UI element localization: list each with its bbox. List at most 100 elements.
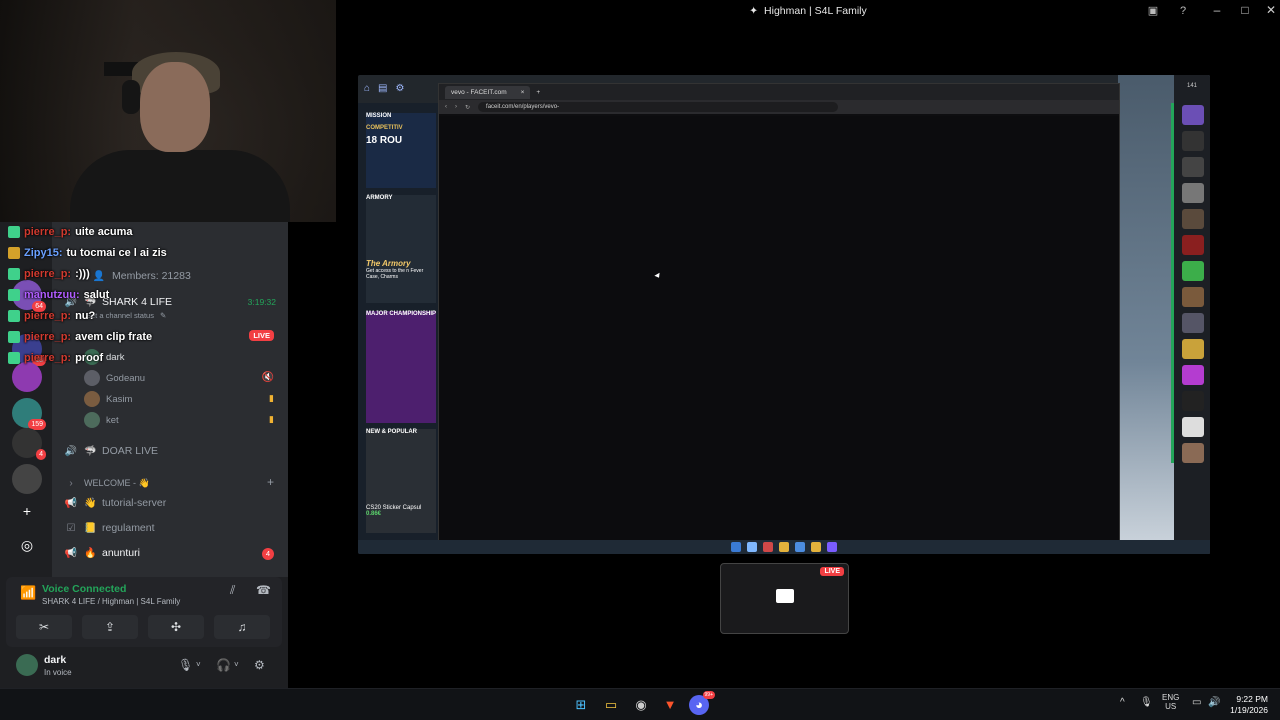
webcam-person-body — [70, 150, 290, 222]
category-welcome[interactable]: › WELCOME - 👋 — [64, 473, 278, 493]
close-icon: × — [520, 88, 525, 96]
noise-suppression-icon[interactable]: ⫽ — [230, 583, 235, 598]
username[interactable]: dark — [44, 654, 66, 666]
stream-viewer[interactable]: ⌂ ▤ ⚙ MISSION COMPETITIV 18 ROU ARMORY T… — [358, 75, 1210, 554]
friends-count: 141 — [1186, 83, 1197, 89]
soundboard-button[interactable]: ♫ — [214, 615, 270, 639]
server-icon-4[interactable]: 159 — [12, 398, 46, 430]
windows-taskbar: ⊞ ▭ ◉ ▼ ◕ 99+ ^ 🎙 ENG US ▭ 🔊 9:22 PM 1/1… — [0, 688, 1280, 720]
chevron-down-icon[interactable]: ˅ — [196, 660, 201, 669]
gear-icon[interactable]: ⚙ — [254, 658, 265, 672]
stream-browser-window: vevo - FACEIT.com × + ‹ › ↻ faceit.com/e… — [438, 83, 1120, 541]
friend-avatar — [1182, 339, 1204, 359]
avatar[interactable] — [16, 654, 38, 676]
user-panel: dark In voice 🎙 ˅ 🎧 ˅ ⚙ — [6, 650, 282, 686]
stream-top-icons: ⌂ ▤ ⚙ — [364, 83, 404, 94]
user-badge-icon — [8, 310, 20, 322]
system-clock[interactable]: 9:22 PM 1/19/2026 — [1230, 694, 1268, 716]
live-badge: LIVE — [249, 330, 274, 341]
app-icon — [747, 542, 757, 552]
windows-start-icon[interactable]: ⊞ — [571, 695, 591, 715]
minimize-button[interactable]: – — [1210, 3, 1224, 17]
headphones-icon[interactable]: 🎧 — [216, 658, 231, 672]
user-badge-icon — [8, 268, 20, 280]
voice-status-panel: 📶 Voice Connected SHARK 4 LIFE / Highman… — [6, 577, 282, 647]
unread-badge: 4 — [262, 548, 274, 560]
activities-button[interactable]: ✣ — [148, 615, 204, 639]
chevron-up-icon[interactable]: ^ — [1120, 697, 1125, 708]
friend-avatar — [1182, 235, 1204, 255]
server-icon: ✦ — [749, 5, 759, 17]
inbox-icon[interactable]: ▣ — [1146, 4, 1160, 18]
friend-avatar — [1182, 261, 1204, 281]
members-count: 👤 Members: 21283 — [92, 270, 191, 282]
friend-avatar — [1182, 131, 1204, 151]
mission-card: MISSION COMPETITIV 18 ROU — [366, 113, 436, 188]
brave-browser-icon[interactable]: ▼ — [660, 695, 680, 715]
channel-status[interactable]: Set a channel status ✎ — [86, 308, 278, 322]
friend-avatar — [1182, 287, 1204, 307]
server-badge: 4 — [36, 449, 46, 460]
screen-share-button[interactable]: ⇪ — [82, 615, 138, 639]
volume-icon[interactable]: 🔊 — [1208, 697, 1220, 708]
user-status: In voice — [44, 668, 72, 677]
voice-user-ket[interactable]: ket — [84, 410, 119, 430]
voice-status[interactable]: Voice Connected — [42, 583, 126, 595]
app-icon — [795, 542, 805, 552]
voice-channel-doar-live[interactable]: 🔊 🦈 DOAR LIVE — [64, 441, 278, 461]
browser-tabbar: vevo - FACEIT.com × + — [439, 84, 1119, 100]
discord-badge: 99+ — [702, 691, 715, 699]
user-badge-icon — [8, 289, 20, 301]
microphone-icon[interactable]: 🎙 — [1140, 697, 1153, 708]
webcam-person-head — [140, 62, 210, 152]
voice-user-kasim[interactable]: Kasim — [84, 389, 132, 409]
browser-urlbar: ‹ › ↻ faceit.com/en/players/vevo- — [439, 100, 1119, 114]
avatar — [84, 370, 100, 386]
start-icon — [731, 542, 741, 552]
text-channel-anunturi[interactable]: 📢 🔥 anunturi — [64, 543, 278, 563]
browser-page — [439, 116, 1119, 540]
chat-message: pierre_p: nu? — [8, 307, 95, 325]
browser-tab: vevo - FACEIT.com × — [445, 85, 531, 99]
file-explorer-icon[interactable]: ▭ — [601, 695, 621, 715]
text-channel-tutorial-server[interactable]: 📢 👋 tutorial-server — [64, 493, 278, 513]
camera-toggle-button[interactable]: ✂ — [16, 615, 72, 639]
window-title: Highman | S4L Family — [764, 5, 867, 17]
channel-emoji: 📒 — [84, 522, 97, 534]
server-icon-5[interactable]: 4 — [12, 428, 46, 460]
server-icon-6[interactable] — [12, 464, 42, 494]
add-server-icon[interactable]: + — [18, 502, 36, 520]
friends-column: 141 — [1174, 75, 1210, 554]
activity-icon: ▮ — [269, 393, 274, 403]
discord-icon[interactable]: ◕ 99+ — [689, 691, 715, 715]
language-indicator[interactable]: ENG US — [1162, 693, 1179, 711]
speaker-icon: 🔊 — [64, 445, 78, 457]
steam-icon[interactable]: ◉ — [631, 695, 651, 715]
microphone-icon[interactable]: 🎙 — [178, 658, 193, 672]
maximize-button[interactable]: □ — [1238, 3, 1252, 17]
monitor-icon[interactable]: ▭ — [1192, 697, 1201, 708]
stream-preview-thumbnail[interactable]: LIVE — [720, 563, 849, 634]
voice-user-godeanu[interactable]: Godeanu — [84, 368, 145, 388]
voice-location[interactable]: SHARK 4 LIFE / Highman | S4L Family — [42, 597, 180, 606]
help-icon[interactable]: ? — [1176, 4, 1190, 18]
chevron-down-icon: › — [69, 477, 73, 489]
settings-icon: ⚙ — [395, 83, 405, 94]
game-side-panel: MISSION COMPETITIV 18 ROU ARMORY The Arm… — [358, 103, 438, 541]
friend-avatar — [1182, 443, 1204, 463]
explore-icon[interactable]: ◎ — [18, 536, 36, 554]
shark-icon: 🦈 — [84, 445, 97, 457]
channel-emoji: 👋 — [84, 497, 97, 509]
add-channel-icon[interactable]: + — [267, 475, 274, 489]
friend-avatar — [1182, 157, 1204, 177]
close-button[interactable]: ✕ — [1264, 3, 1278, 17]
members-icon: 👤 — [92, 270, 106, 282]
discord-sidebar: 64 18 159 4 + ◎ 👤 Members: 21283 🔊 🦈 SHA… — [0, 222, 288, 688]
disconnect-icon[interactable]: ☎ — [256, 583, 271, 597]
window-title-group: ✦ Highman | S4L Family — [749, 5, 867, 17]
inventory-icon: ▤ — [378, 83, 388, 94]
major-card: MAJOR CHAMPIONSHIP — [366, 311, 436, 423]
text-channel-regulament[interactable]: ☑ 📒 regulament — [64, 518, 278, 538]
chevron-down-icon[interactable]: ˅ — [234, 660, 239, 669]
signal-icon[interactable]: 📶 — [20, 585, 36, 601]
